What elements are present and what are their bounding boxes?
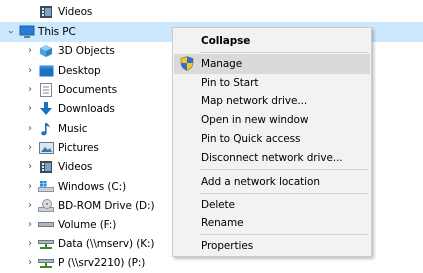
menu-separator: [200, 52, 368, 53]
pictures-folder-icon: [38, 140, 54, 156]
tree-item-label: Volume (F:): [58, 219, 117, 231]
tree-item-label: Videos: [58, 161, 93, 173]
menu-item-manage[interactable]: Manage: [174, 54, 370, 74]
context-menu: Collapse Manage Pin to Start Map network…: [172, 27, 372, 257]
this-pc-icon: [19, 24, 35, 40]
chevron-right-icon[interactable]: ›: [24, 41, 36, 61]
tree-item-label: This PC: [38, 26, 76, 38]
tree-item-label: Windows (C:): [58, 181, 127, 193]
tree-item-videos-quick[interactable]: Videos: [0, 2, 423, 22]
network-drive-icon: [38, 255, 54, 271]
tree-item-label: Desktop: [58, 65, 101, 77]
chevron-right-icon[interactable]: ›: [24, 119, 36, 139]
menu-separator: [200, 193, 368, 194]
menu-item-label: Pin to Quick access: [201, 133, 301, 145]
shield-icon: [180, 56, 194, 74]
tree-item-label: Data (\\mserv) (K:): [58, 238, 155, 250]
menu-item-label: Rename: [201, 217, 244, 229]
menu-item-label: Add a network location: [201, 176, 320, 188]
tree-item-label: BD-ROM Drive (D:): [58, 200, 155, 212]
chevron-right-icon[interactable]: ›: [24, 177, 36, 197]
tree-item-label: Pictures: [58, 142, 99, 154]
desktop-folder-icon: [38, 63, 54, 79]
menu-separator: [200, 234, 368, 235]
menu-item-properties[interactable]: Properties: [174, 236, 370, 256]
menu-item-label: Manage: [201, 58, 243, 70]
chevron-right-icon[interactable]: ›: [24, 99, 36, 119]
chevron-right-icon[interactable]: ›: [24, 61, 36, 81]
chevron-right-icon[interactable]: ›: [24, 234, 36, 254]
menu-item-collapse[interactable]: Collapse: [174, 31, 370, 51]
menu-item-delete[interactable]: Delete: [174, 195, 370, 215]
chevron-down-icon[interactable]: ›: [0, 26, 20, 38]
menu-item-add-network-location[interactable]: Add a network location: [174, 172, 370, 192]
menu-item-label: Collapse: [201, 35, 251, 47]
chevron-right-icon[interactable]: ›: [24, 196, 36, 216]
menu-item-pin-quick-access[interactable]: Pin to Quick access: [174, 129, 370, 149]
menu-item-label: Pin to Start: [201, 77, 259, 89]
drive-icon: [38, 217, 54, 233]
tree-item-label: Documents: [58, 84, 117, 96]
chevron-right-icon[interactable]: ›: [24, 80, 36, 100]
chevron-right-icon[interactable]: ›: [24, 138, 36, 158]
menu-item-rename[interactable]: Rename: [174, 213, 370, 233]
menu-item-label: Open in new window: [201, 114, 309, 126]
documents-folder-icon: [38, 82, 54, 98]
menu-item-open-new-window[interactable]: Open in new window: [174, 110, 370, 130]
downloads-folder-icon: [38, 101, 54, 117]
chevron-right-icon[interactable]: ›: [24, 253, 36, 273]
tree-item-label: P (\\srv2210) (P:): [58, 257, 146, 269]
tree-item-label: Videos: [58, 6, 93, 18]
menu-separator: [200, 169, 368, 170]
network-drive-icon: [38, 236, 54, 252]
menu-item-label: Delete: [201, 199, 235, 211]
videos-folder-icon: [38, 159, 54, 175]
tree-item-label: 3D Objects: [58, 45, 115, 57]
videos-folder-icon: [38, 4, 54, 20]
menu-item-disconnect-network-drive[interactable]: Disconnect network drive...: [174, 148, 370, 168]
menu-item-label: Disconnect network drive...: [201, 152, 343, 164]
optical-drive-icon: [38, 198, 54, 214]
tree-item-label: Downloads: [58, 103, 115, 115]
chevron-right-icon[interactable]: ›: [24, 157, 36, 177]
menu-item-label: Map network drive...: [201, 95, 308, 107]
tree-item-label: Music: [58, 123, 88, 135]
music-folder-icon: [38, 121, 54, 137]
chevron-right-icon[interactable]: ›: [24, 215, 36, 235]
menu-item-map-network-drive[interactable]: Map network drive...: [174, 91, 370, 111]
3d-objects-icon: [38, 43, 54, 59]
windows-drive-icon: [38, 179, 54, 195]
menu-item-label: Properties: [201, 240, 254, 252]
menu-item-pin-to-start[interactable]: Pin to Start: [174, 73, 370, 93]
